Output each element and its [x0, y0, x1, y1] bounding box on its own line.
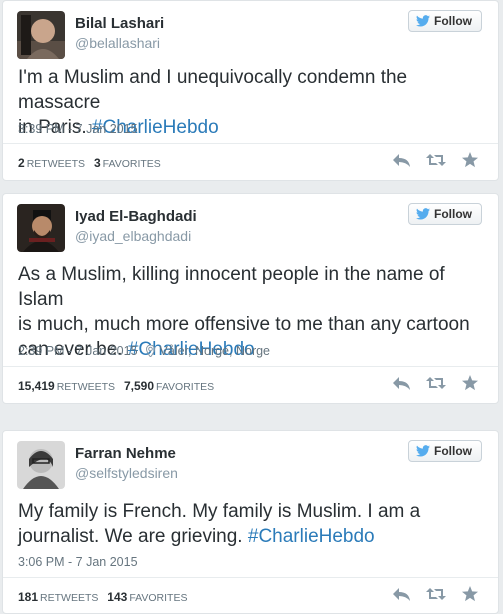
user-name[interactable]: Farran Nehme — [75, 445, 176, 462]
favorite-count[interactable]: 143 — [107, 590, 127, 604]
favorite-star-icon[interactable] — [460, 375, 480, 391]
follow-button[interactable]: Follow — [408, 440, 482, 462]
favorite-count[interactable]: 7,590 — [124, 379, 154, 393]
favorite-star-icon[interactable] — [460, 586, 480, 602]
favorites-label[interactable]: FAVORITES — [156, 381, 214, 393]
timestamp-text[interactable]: 3:06 PM - 7 Jan 2015 — [18, 555, 138, 569]
tweet-timestamp[interactable]: 3:06 PM - 7 Jan 2015 — [18, 555, 138, 569]
twitter-bird-icon — [416, 445, 430, 457]
tweet-text-line: is much, much more offensive to me than … — [18, 314, 470, 335]
divider — [3, 577, 498, 578]
retweet-count[interactable]: 181 — [18, 590, 38, 604]
follow-button[interactable]: Follow — [408, 10, 482, 32]
user-name[interactable]: Iyad El-Baghdadi — [75, 208, 197, 225]
tweet-stats: 15,419 RETWEETS 7,590 FAVORITES — [18, 379, 214, 393]
user-name[interactable]: Bilal Lashari — [75, 15, 164, 32]
tweet-actions — [392, 152, 480, 168]
tweet-actions — [392, 586, 480, 602]
tweet-actions — [392, 375, 480, 391]
retweet-count[interactable]: 2 — [18, 156, 25, 170]
retweets-label[interactable]: RETWEETS — [40, 592, 98, 604]
retweet-count[interactable]: 15,419 — [18, 379, 55, 393]
follow-label: Follow — [434, 14, 472, 28]
retweet-icon[interactable] — [426, 586, 446, 602]
avatar[interactable] — [17, 11, 65, 59]
avatar[interactable] — [17, 204, 65, 252]
timestamp-text[interactable]: 2:39 PM - 7 Jan 2015 — [18, 344, 138, 358]
favorites-label[interactable]: FAVORITES — [129, 592, 187, 604]
tweet-text-line: My family is French. My family is Muslim… — [18, 501, 421, 522]
follow-label: Follow — [434, 207, 472, 221]
tweet-text: My family is French. My family is Muslim… — [18, 499, 483, 549]
tweet-stats: 181 RETWEETS 143 FAVORITES — [18, 590, 187, 604]
retweet-icon[interactable] — [426, 375, 446, 391]
divider — [3, 366, 498, 367]
follow-button[interactable]: Follow — [408, 203, 482, 225]
user-handle[interactable]: @selfstyledsiren — [75, 465, 178, 481]
divider — [3, 143, 498, 144]
favorite-star-icon[interactable] — [460, 152, 480, 168]
favorites-label[interactable]: FAVORITES — [103, 158, 161, 170]
follow-label: Follow — [434, 444, 472, 458]
reply-icon[interactable] — [392, 586, 412, 602]
user-handle[interactable]: @belallashari — [75, 35, 160, 51]
twitter-bird-icon — [416, 15, 430, 27]
avatar[interactable] — [17, 441, 65, 489]
tweet-text-line: journalist. We are grieving. #CharlieHeb… — [18, 526, 375, 547]
reply-icon[interactable] — [392, 152, 412, 168]
tweet-stats: 2 RETWEETS 3 FAVORITES — [18, 156, 161, 170]
hashtag-link[interactable]: #CharlieHebdo — [248, 526, 375, 547]
user-handle[interactable]: @iyad_elbaghdadi — [75, 228, 191, 244]
favorite-count[interactable]: 3 — [94, 156, 101, 170]
location-pin-icon — [145, 345, 155, 357]
retweets-label[interactable]: RETWEETS — [57, 381, 115, 393]
tweet-timestamp[interactable]: 3:39 PM - 7 Jan 2015 — [18, 122, 138, 136]
timestamp-text[interactable]: 3:39 PM - 7 Jan 2015 — [18, 122, 138, 136]
reply-icon[interactable] — [392, 375, 412, 391]
tweet-timestamp: 2:39 PM - 7 Jan 2015 Våler, Norge, Norge — [18, 344, 270, 358]
tweet-card: Iyad El-Baghdadi @iyad_elbaghdadi Follow… — [2, 193, 499, 404]
tweet-text-line: As a Muslim, killing innocent people in … — [18, 264, 445, 310]
tweet-card: Bilal Lashari @belallashari Follow I'm a… — [2, 0, 499, 181]
retweets-label[interactable]: RETWEETS — [27, 158, 85, 170]
tweet-card: Farran Nehme @selfstyledsiren Follow My … — [2, 430, 499, 614]
location-text[interactable]: Våler, Norge, Norge — [160, 344, 270, 358]
tweet-text-line: I'm a Muslim and I unequivocally condemn… — [18, 67, 408, 113]
twitter-bird-icon — [416, 208, 430, 220]
retweet-icon[interactable] — [426, 152, 446, 168]
